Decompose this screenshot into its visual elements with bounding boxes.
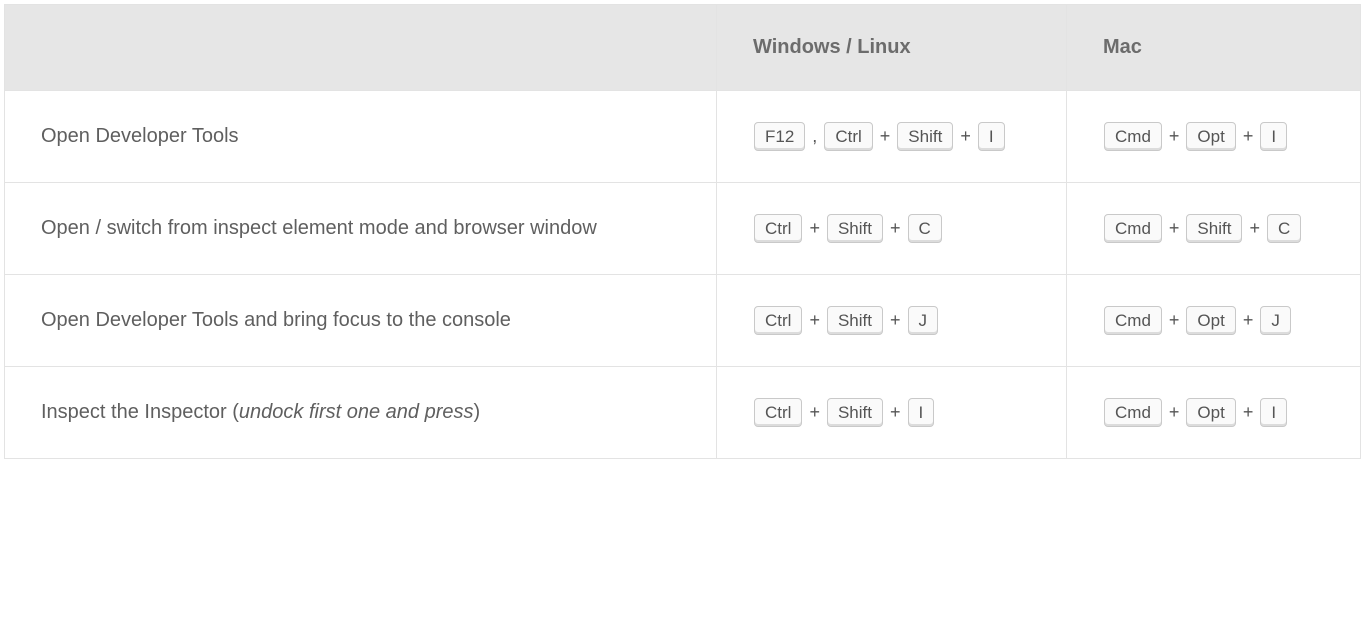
shortcut-description: Inspect the Inspector (undock first one … xyxy=(5,367,717,459)
key: F12 xyxy=(754,122,805,151)
header-mac: Mac xyxy=(1067,5,1361,91)
shortcut-mac: Cmd+Opt+J xyxy=(1067,275,1361,367)
key: Cmd xyxy=(1104,214,1162,243)
table-header: Windows / Linux Mac xyxy=(5,5,1361,91)
key: I xyxy=(1260,398,1287,427)
key-separator: + xyxy=(890,215,901,241)
table-row: Open / switch from inspect element mode … xyxy=(5,183,1361,275)
key: Cmd xyxy=(1104,398,1162,427)
key: Cmd xyxy=(1104,122,1162,151)
key-separator: + xyxy=(1169,215,1180,241)
shortcut-mac: Cmd+Opt+I xyxy=(1067,367,1361,459)
shortcut-mac: Cmd+Opt+I xyxy=(1067,91,1361,183)
shortcut-table: Windows / Linux Mac Open Developer Tools… xyxy=(4,4,1361,459)
shortcut-mac: Cmd+Shift+C xyxy=(1067,183,1361,275)
key: Cmd xyxy=(1104,306,1162,335)
key: C xyxy=(1267,214,1301,243)
key: I xyxy=(978,122,1005,151)
shortcut-winlinux: Ctrl + Shift + C xyxy=(717,183,1067,275)
key-separator: + xyxy=(1243,123,1254,149)
key-separator: + xyxy=(809,399,820,425)
key: Opt xyxy=(1186,306,1235,335)
shortcut-winlinux: Ctrl + Shift + I xyxy=(717,367,1067,459)
key-separator: + xyxy=(960,123,971,149)
key-separator: + xyxy=(1169,123,1180,149)
key-separator: + xyxy=(1169,307,1180,333)
shortcut-winlinux: F12,Ctrl+Shift+I xyxy=(717,91,1067,183)
key: C xyxy=(908,214,942,243)
key-separator: + xyxy=(890,399,901,425)
key-separator: + xyxy=(1249,215,1260,241)
description-note: undock first one and press xyxy=(239,401,474,423)
key: Ctrl xyxy=(824,122,872,151)
key: I xyxy=(908,398,935,427)
key-separator: + xyxy=(1243,399,1254,425)
shortcut-winlinux: Ctrl + Shift + J xyxy=(717,275,1067,367)
header-blank xyxy=(5,5,717,91)
key: Shift xyxy=(897,122,953,151)
key: Ctrl xyxy=(754,398,802,427)
key-separator: + xyxy=(890,307,901,333)
table-row: Inspect the Inspector (undock first one … xyxy=(5,367,1361,459)
key: J xyxy=(908,306,939,335)
shortcut-description: Open Developer Tools and bring focus to … xyxy=(5,275,717,367)
key-separator: + xyxy=(1169,399,1180,425)
key: I xyxy=(1260,122,1287,151)
key: Shift xyxy=(827,214,883,243)
key-separator: + xyxy=(809,215,820,241)
key: Opt xyxy=(1186,398,1235,427)
table-row: Open Developer ToolsF12,Ctrl+Shift+ICmd+… xyxy=(5,91,1361,183)
key: Shift xyxy=(827,306,883,335)
key: Ctrl xyxy=(754,214,802,243)
shortcut-description: Open Developer Tools xyxy=(5,91,717,183)
key: Ctrl xyxy=(754,306,802,335)
table-row: Open Developer Tools and bring focus to … xyxy=(5,275,1361,367)
key: Opt xyxy=(1186,122,1235,151)
key: J xyxy=(1260,306,1291,335)
key: Shift xyxy=(827,398,883,427)
header-winlinux: Windows / Linux xyxy=(717,5,1067,91)
table-body: Open Developer ToolsF12,Ctrl+Shift+ICmd+… xyxy=(5,91,1361,459)
key-separator: + xyxy=(1243,307,1254,333)
key-separator: + xyxy=(809,307,820,333)
key-separator: , xyxy=(812,123,817,149)
shortcut-description: Open / switch from inspect element mode … xyxy=(5,183,717,275)
key: Shift xyxy=(1186,214,1242,243)
key-separator: + xyxy=(880,123,891,149)
